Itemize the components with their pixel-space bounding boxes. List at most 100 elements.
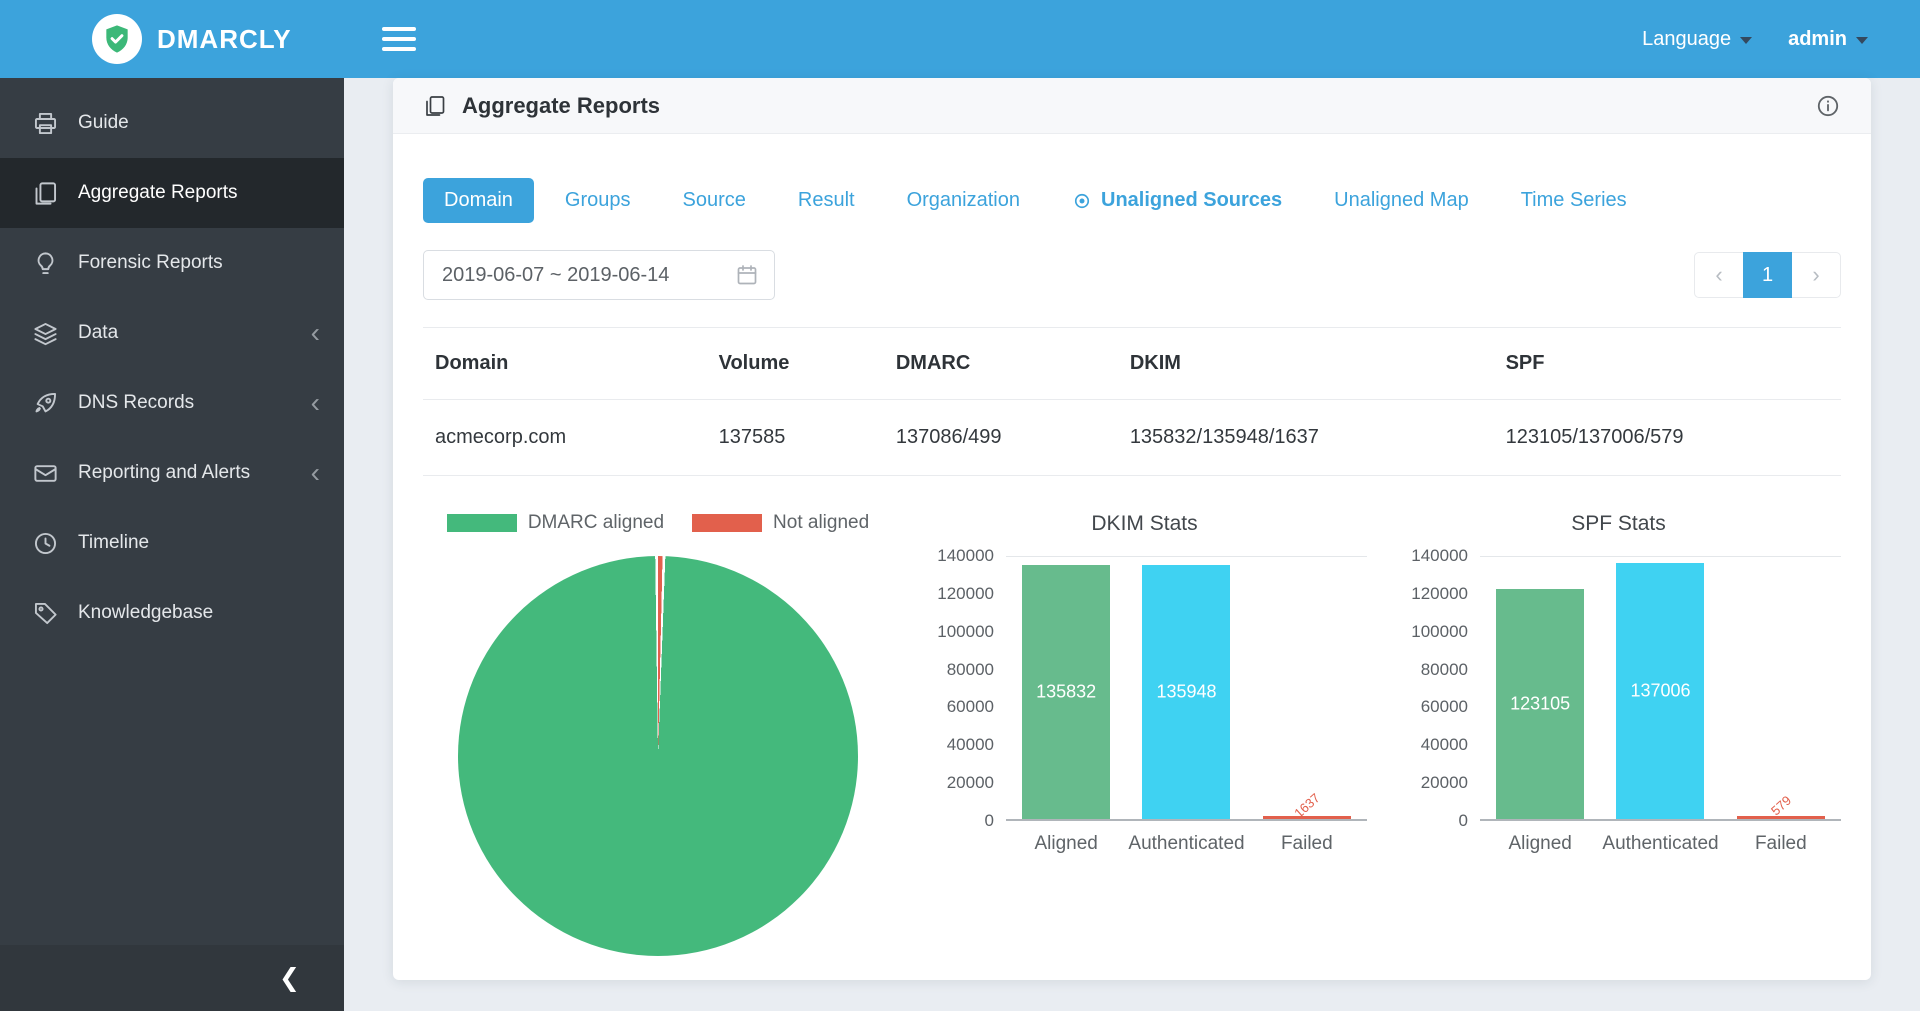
tab-groups[interactable]: Groups [544, 178, 652, 223]
table-cell: 123105/137006/579 [1494, 400, 1841, 476]
tab-unaligned-sources[interactable]: Unaligned Sources [1051, 178, 1303, 223]
prev-page-button[interactable]: ‹ [1694, 252, 1743, 298]
tab-label: Organization [907, 189, 1020, 212]
bar-value-label: 1637 [1291, 790, 1323, 820]
aggregate-report-table: DomainVolumeDMARCDKIMSPF acmecorp.com137… [423, 327, 1841, 476]
sidebar-item-data[interactable]: Data‹ [0, 298, 344, 368]
tab-label: Unaligned Sources [1101, 189, 1282, 212]
bar-column-authenticated: 135948 [1126, 557, 1246, 819]
collapse-left-icon: ❮ [279, 963, 300, 993]
tab-label: Source [683, 189, 746, 212]
column-header-volume: Volume [707, 328, 884, 400]
tab-time-series[interactable]: Time Series [1500, 178, 1648, 223]
tab-unaligned-map[interactable]: Unaligned Map [1313, 178, 1490, 223]
brand-logo[interactable]: DMARCLY [0, 0, 344, 78]
tab-label: Groups [565, 189, 631, 212]
chevron-left-icon: ‹ [1715, 262, 1722, 288]
chart-title: DKIM Stats [922, 512, 1367, 536]
column-header-dmarc: DMARC [884, 328, 1118, 400]
sidebar-collapse-button[interactable]: ❮ [0, 945, 344, 1011]
legend-item-not-aligned[interactable]: Not aligned [692, 512, 869, 534]
bars: 123105137006 579 [1480, 557, 1841, 819]
sidebar-item-aggregate-reports[interactable]: Aggregate Reports [0, 158, 344, 228]
sidebar-item-label: Knowledgebase [78, 602, 213, 624]
sidebar-item-knowledgebase[interactable]: Knowledgebase [0, 578, 344, 648]
charts-row: DMARC aligned Not aligned DKIM Stats 14000… [423, 510, 1841, 956]
column-header-domain: Domain [423, 328, 707, 400]
bar-failed: 579 [1737, 816, 1825, 819]
main-area: Language admin Aggregate Reports [344, 0, 1920, 1011]
sidebar-item-timeline[interactable]: Timeline [0, 508, 344, 578]
card-header: Aggregate Reports [393, 78, 1871, 134]
table-cell: 137086/499 [884, 400, 1118, 476]
user-dropdown[interactable]: admin [1788, 28, 1868, 51]
app-root: DMARCLY GuideAggregate ReportsForensic R… [0, 0, 1920, 1011]
topbar-right: Language admin [1642, 28, 1868, 51]
bars: 135832 135948 1637 [1006, 557, 1367, 819]
next-page-button[interactable]: › [1792, 252, 1841, 298]
chevron-right-icon: › [1812, 262, 1819, 288]
legend-label: Not aligned [773, 512, 869, 534]
bar-column-authenticated: 137006 [1600, 557, 1720, 819]
y-tick-label: 100000 [1411, 622, 1468, 642]
x-axis-labels: AlignedAuthenticatedFailed [1006, 833, 1367, 855]
y-tick-label: 80000 [947, 660, 994, 680]
table-cell: 137585 [707, 400, 884, 476]
bar-aligned: 123105 [1496, 589, 1584, 819]
sidebar-item-label: Forensic Reports [78, 252, 223, 274]
aggregate-reports-card: Aggregate Reports Domain Groups Source Resu… [393, 78, 1871, 980]
y-tick-label: 120000 [937, 584, 994, 604]
chart-plot: 1400001200001000008000060000400002000001… [922, 556, 1367, 821]
language-dropdown[interactable]: Language [1642, 28, 1752, 51]
knowledgebase-icon [32, 600, 59, 627]
tab-organization[interactable]: Organization [886, 178, 1041, 223]
topbar: Language admin [344, 0, 1920, 78]
chart-title: SPF Stats [1396, 512, 1841, 536]
legend-swatch [692, 514, 762, 532]
sidebar-item-guide[interactable]: Guide [0, 88, 344, 158]
dmarc-alignment-pie-block: DMARC aligned Not aligned [423, 510, 893, 956]
timeline-icon [32, 530, 59, 557]
bar-failed: 1637 [1263, 816, 1351, 819]
dmarc-alignment-pie-chart [458, 556, 858, 956]
tab-label: Result [798, 189, 855, 212]
sidebar-item-dns-records[interactable]: DNS Records‹ [0, 368, 344, 438]
bar-column-failed: 1637 [1247, 557, 1367, 819]
x-axis-labels: AlignedAuthenticatedFailed [1480, 833, 1841, 855]
info-icon[interactable] [1815, 93, 1841, 119]
page-1-button[interactable]: 1 [1743, 252, 1792, 298]
calendar-icon [735, 263, 759, 287]
sidebar-item-forensic-reports[interactable]: Forensic Reports [0, 228, 344, 298]
column-header-spf: SPF [1494, 328, 1841, 400]
controls-row: 2019-06-07 ~ 2019-06-14 ‹ 1 › [423, 250, 1841, 300]
x-tick-label: Aligned [1480, 833, 1600, 855]
y-tick-label: 80000 [1421, 660, 1468, 680]
x-tick-label: Failed [1721, 833, 1841, 855]
plot-area: 123105137006 579 [1480, 556, 1841, 821]
table-cell: 135832/135948/1637 [1118, 400, 1494, 476]
y-tick-label: 140000 [1411, 546, 1468, 566]
chart-plot: 1400001200001000008000060000400002000001… [1396, 556, 1841, 821]
y-tick-label: 120000 [1411, 584, 1468, 604]
sidebar-item-label: Data [78, 322, 118, 344]
tab-result[interactable]: Result [777, 178, 876, 223]
bar-value-label: 135832 [1036, 681, 1096, 702]
y-axis: 140000120000100000800006000040000200000 [1396, 556, 1480, 821]
table-header-row: DomainVolumeDMARCDKIMSPF [423, 328, 1841, 400]
tab-source[interactable]: Source [662, 178, 767, 223]
sidebar-nav: GuideAggregate Reports Forensic Reports Da… [0, 78, 344, 945]
table-cell: acmecorp.com [423, 400, 707, 476]
hamburger-menu-button[interactable] [382, 27, 416, 51]
x-tick-label: Authenticated [1600, 833, 1720, 855]
bar-column-aligned: 123105 [1480, 557, 1600, 819]
y-tick-label: 100000 [937, 622, 994, 642]
target-icon [1072, 191, 1092, 211]
column-header-dkim: DKIM [1118, 328, 1494, 400]
bar-column-aligned: 135832 [1006, 557, 1126, 819]
sidebar-item-reporting-and-alerts[interactable]: Reporting and Alerts‹ [0, 438, 344, 508]
legend-item-dmarc-aligned[interactable]: DMARC aligned [447, 512, 664, 534]
tab-domain[interactable]: Domain [423, 178, 534, 223]
guide-icon [32, 110, 59, 137]
date-range-picker[interactable]: 2019-06-07 ~ 2019-06-14 [423, 250, 775, 300]
pagination: ‹ 1 › [1694, 252, 1841, 298]
